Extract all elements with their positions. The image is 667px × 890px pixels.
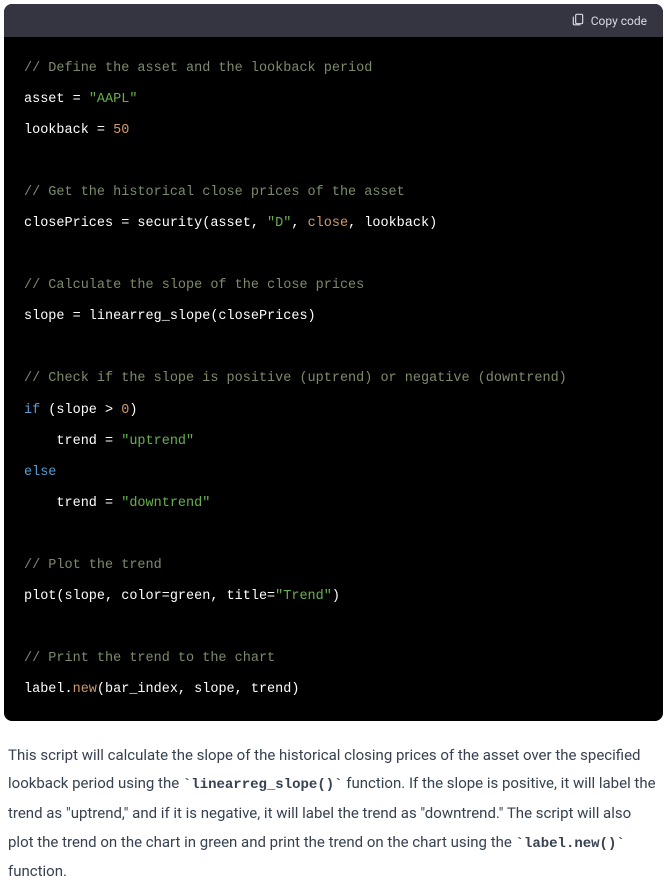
code-comment: // Get the historical close prices of th… bbox=[24, 185, 405, 200]
code-text: label. bbox=[24, 682, 73, 697]
code-builtin: close bbox=[308, 216, 349, 231]
code-text: plot(slope, color=green, title= bbox=[24, 589, 275, 604]
code-comment: // Define the asset and the lookback per… bbox=[24, 61, 372, 76]
inline-code: `linearreg_slope()` bbox=[183, 777, 343, 793]
code-keyword: if bbox=[24, 403, 40, 418]
code-string: "D" bbox=[267, 216, 291, 231]
code-text: (slope > bbox=[40, 403, 121, 418]
code-comment: // Check if the slope is positive (uptre… bbox=[24, 371, 567, 386]
clipboard-icon bbox=[571, 12, 585, 29]
code-comment: // Print the trend to the chart bbox=[24, 651, 275, 666]
code-text: trend = bbox=[24, 496, 121, 511]
inline-code: `label.new()` bbox=[516, 836, 625, 852]
code-new: new bbox=[73, 682, 97, 697]
code-comment: // Calculate the slope of the close pric… bbox=[24, 278, 364, 293]
code-block: Copy code // Define the asset and the lo… bbox=[4, 4, 663, 721]
code-comment: // Plot the trend bbox=[24, 558, 162, 573]
code-text: , bbox=[291, 216, 307, 231]
code-number: 50 bbox=[113, 123, 129, 138]
code-text: closePrices = security(asset, bbox=[24, 216, 267, 231]
description-paragraph: This script will calculate the slope of … bbox=[4, 741, 663, 886]
code-string: "AAPL" bbox=[89, 92, 138, 107]
desc-text: function. bbox=[8, 862, 67, 880]
code-text: slope = linearreg_slope(closePrices) bbox=[24, 309, 316, 324]
code-text: , lookback) bbox=[348, 216, 437, 231]
code-header: Copy code bbox=[4, 4, 663, 37]
code-content: // Define the asset and the lookback per… bbox=[4, 37, 663, 721]
code-string: "downtrend" bbox=[121, 496, 210, 511]
code-text: trend = bbox=[24, 434, 121, 449]
code-text: asset = bbox=[24, 92, 89, 107]
code-text: ) bbox=[129, 403, 137, 418]
code-text: lookback = bbox=[24, 123, 113, 138]
code-text: ) bbox=[332, 589, 340, 604]
code-string: "Trend" bbox=[275, 589, 332, 604]
copy-code-button[interactable]: Copy code bbox=[571, 12, 647, 29]
code-text: (bar_index, slope, trend) bbox=[97, 682, 300, 697]
copy-code-label: Copy code bbox=[591, 14, 647, 28]
code-string: "uptrend" bbox=[121, 434, 194, 449]
code-keyword: else bbox=[24, 465, 56, 480]
